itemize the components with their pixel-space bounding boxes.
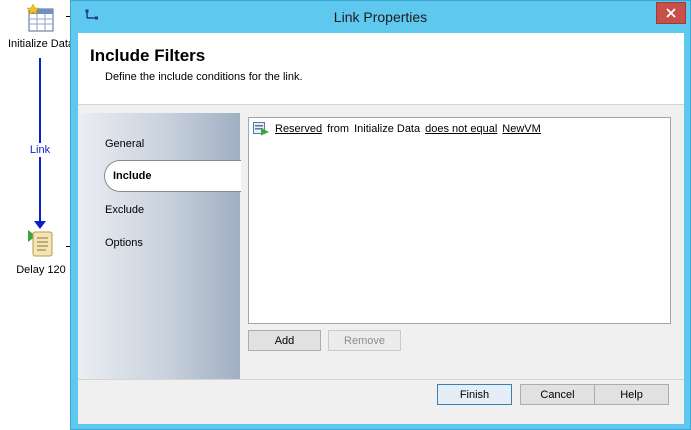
page-subtitle: Define the include conditions for the li… bbox=[105, 71, 303, 83]
activity-initialize-data[interactable]: Initialize Data bbox=[2, 4, 80, 50]
add-button[interactable]: Add bbox=[248, 330, 321, 351]
close-icon bbox=[666, 8, 676, 18]
nav-item-general[interactable]: General bbox=[105, 138, 144, 150]
activity-delay[interactable]: Delay 120 bbox=[2, 228, 80, 276]
activity-label: Initialize Data bbox=[7, 38, 75, 50]
navigation-pane: General Include Exclude Options bbox=[78, 113, 241, 379]
nav-item-include[interactable]: Include bbox=[104, 160, 241, 192]
table-icon bbox=[27, 4, 54, 32]
cancel-button[interactable]: Cancel bbox=[520, 384, 595, 405]
filter-value-link[interactable]: NewVM bbox=[502, 123, 541, 135]
activity-label: Delay 120 bbox=[16, 264, 66, 276]
window-title: Link Properties bbox=[333, 9, 428, 25]
filter-row[interactable]: Reserved from Initialize Data does not e… bbox=[253, 122, 541, 136]
title-bar[interactable]: Link Properties bbox=[71, 1, 690, 33]
filter-activity-name: Initialize Data bbox=[354, 123, 421, 135]
page-title: Include Filters bbox=[90, 46, 206, 65]
help-button[interactable]: Help bbox=[594, 384, 669, 405]
link-connector[interactable] bbox=[39, 58, 41, 226]
filter-condition-icon bbox=[253, 122, 269, 136]
link-properties-dialog: Link Properties Include Filters Define t… bbox=[70, 0, 691, 430]
scroll-icon bbox=[28, 230, 53, 257]
close-button[interactable] bbox=[656, 2, 686, 24]
footer-divider bbox=[78, 379, 684, 380]
finish-button[interactable]: Finish bbox=[437, 384, 512, 405]
filter-condition-link[interactable]: does not equal bbox=[425, 123, 497, 135]
dialog-header: Include Filters Define the include condi… bbox=[78, 33, 684, 105]
filter-property-link[interactable]: Reserved bbox=[275, 123, 322, 135]
nav-item-label: Include bbox=[113, 170, 152, 182]
filter-from-text: from bbox=[327, 123, 350, 135]
include-filter-list[interactable]: Reserved from Initialize Data does not e… bbox=[248, 117, 671, 324]
nav-item-exclude[interactable]: Exclude bbox=[105, 204, 144, 216]
link-label[interactable]: Link bbox=[24, 143, 56, 157]
remove-button[interactable]: Remove bbox=[328, 330, 401, 351]
dialog-client-area: Include Filters Define the include condi… bbox=[78, 33, 684, 424]
nav-item-options[interactable]: Options bbox=[105, 237, 143, 249]
